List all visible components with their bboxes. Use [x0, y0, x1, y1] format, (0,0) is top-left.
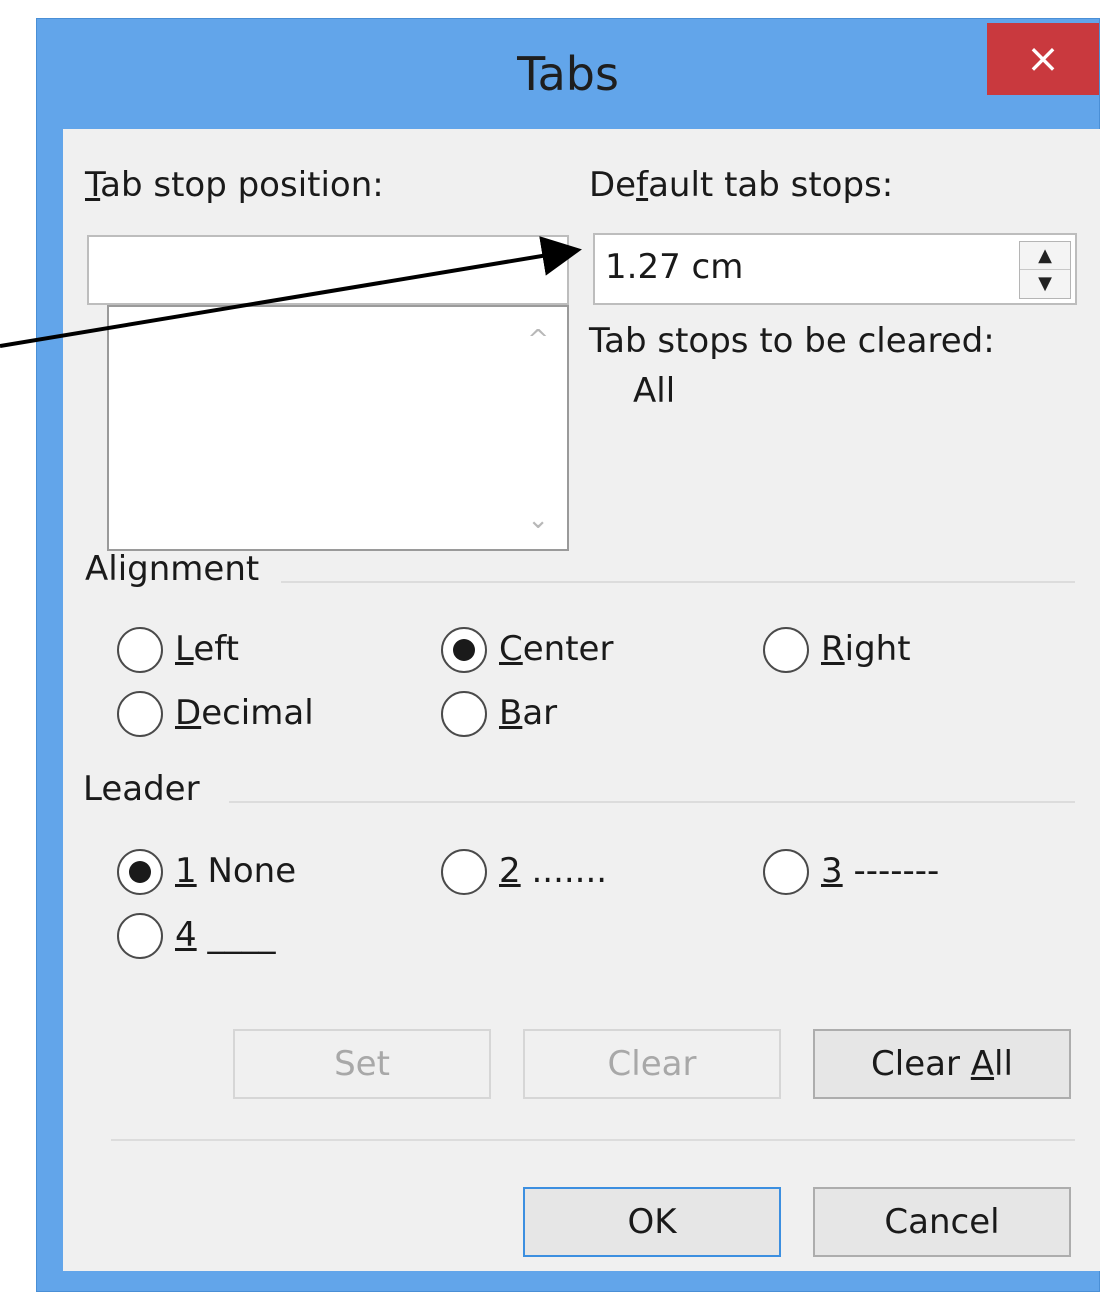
annotation-arrow: [0, 236, 582, 348]
arrow-line: [0, 236, 582, 348]
